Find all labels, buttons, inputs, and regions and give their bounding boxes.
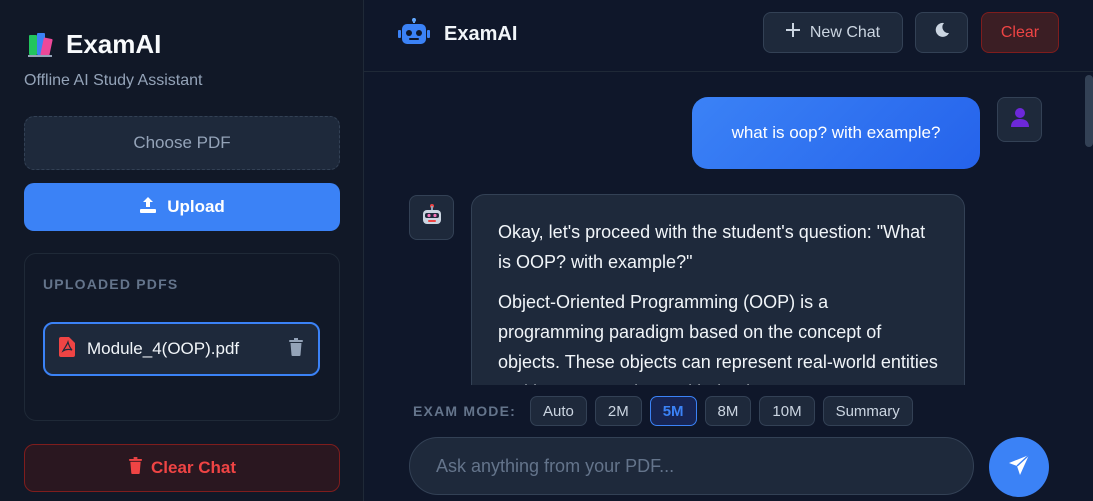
mode-option-summary[interactable]: Summary: [822, 396, 913, 426]
assistant-paragraph: Object-Oriented Programming (OOP) is a p…: [498, 292, 938, 385]
pdf-file-name: Module_4(OOP).pdf: [87, 339, 240, 358]
user-message-text: what is oop? with example?: [731, 123, 941, 142]
brand-subtitle: Offline AI Study Assistant: [24, 72, 203, 89]
assistant-avatar: [409, 195, 454, 240]
trash-icon[interactable]: [288, 337, 304, 361]
user-icon: [1010, 107, 1029, 132]
choose-pdf-button[interactable]: Choose PDF: [24, 116, 340, 170]
user-avatar: [997, 97, 1042, 142]
books-icon: [26, 29, 56, 59]
clear-chat-label: Clear Chat: [150, 458, 237, 477]
pdf-list-item[interactable]: Module_4(OOP).pdf: [43, 322, 320, 376]
header-title: ExamAI: [444, 22, 518, 45]
uploaded-pdfs-panel: UPLOADED PDFS Module_4(OOP).pdf: [24, 253, 340, 421]
assistant-message: Okay, let's proceed with the student's q…: [471, 194, 965, 385]
chat-input[interactable]: [409, 437, 974, 495]
upload-icon: [139, 196, 157, 219]
trash-icon: [128, 457, 143, 479]
mode-option-2m[interactable]: 2M: [594, 396, 642, 426]
upload-label: Upload: [167, 197, 225, 216]
chat-scrollbar[interactable]: [1083, 73, 1093, 385]
uploaded-pdfs-title: UPLOADED PDFS: [43, 276, 179, 292]
mode-option-auto[interactable]: Auto: [530, 396, 587, 426]
theme-toggle-button[interactable]: [915, 12, 968, 53]
mode-option-10m[interactable]: 10M: [759, 396, 815, 426]
moon-icon: [934, 22, 950, 43]
new-chat-button[interactable]: New Chat: [763, 12, 903, 53]
choose-pdf-label: Choose PDF: [133, 133, 231, 152]
upload-button[interactable]: Upload: [24, 183, 340, 231]
user-message: what is oop? with example?: [692, 97, 980, 169]
pdf-icon: [59, 336, 75, 362]
robot-icon: [398, 17, 430, 51]
send-icon: [1008, 453, 1030, 481]
new-chat-label: New Chat: [809, 23, 881, 41]
sidebar: ExamAI Offline AI Study Assistant Choose…: [0, 0, 364, 501]
mode-option-5m[interactable]: 5M: [649, 396, 697, 426]
assistant-paragraph: Okay, let's proceed with the student's q…: [498, 222, 926, 272]
header-brand: ExamAI: [398, 17, 518, 51]
robot-face-icon: [421, 204, 443, 231]
clear-button[interactable]: Clear: [981, 12, 1059, 53]
exam-mode-label: EXAM MODE:: [413, 403, 516, 419]
clear-chat-button[interactable]: Clear Chat: [24, 444, 340, 492]
clear-label: Clear: [1000, 23, 1040, 41]
brand-title: ExamAI: [66, 28, 162, 59]
chat-messages: what is oop? with example? Okay, let's p…: [364, 73, 1093, 385]
send-button[interactable]: [989, 437, 1049, 497]
plus-icon: [785, 23, 800, 42]
scrollbar-thumb[interactable]: [1085, 75, 1093, 147]
mode-option-8m[interactable]: 8M: [704, 396, 752, 426]
sidebar-brand: ExamAI: [26, 28, 161, 60]
chat-header: ExamAI New Chat Clear: [364, 0, 1093, 72]
exam-mode-bar: EXAM MODE: Auto 2M 5M 8M 10M Summary: [413, 396, 913, 426]
